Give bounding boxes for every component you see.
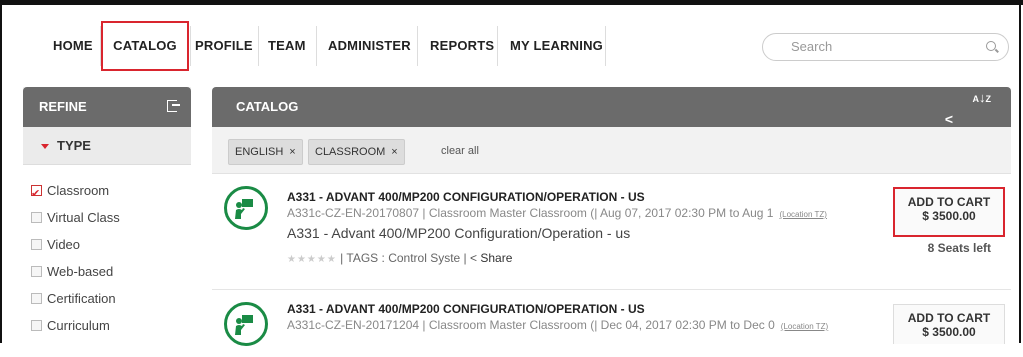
nav-divider bbox=[190, 26, 191, 66]
filter-video[interactable]: Video bbox=[23, 231, 191, 258]
checkbox-checked-icon[interactable] bbox=[31, 181, 42, 208]
refine-header: REFINE bbox=[23, 87, 191, 127]
filter-virtual-class[interactable]: Virtual Class bbox=[23, 204, 191, 231]
course-meta-text: A331c-CZ-EN-20171204 | Classroom Master … bbox=[287, 318, 775, 332]
catalog-panel: CATALOG < A↓Z ENGLISH × CLASSROOM × clear … bbox=[212, 87, 1011, 346]
refine-panel: REFINE TYPE Classroom Virtual Class Vide… bbox=[23, 87, 191, 357]
course-meta: A331c-CZ-EN-20170807 | Classroom Master … bbox=[287, 206, 827, 220]
checkbox-icon[interactable] bbox=[31, 239, 42, 250]
filter-label: Curriculum bbox=[47, 318, 110, 333]
location-tz-link[interactable]: (Location TZ) bbox=[781, 322, 828, 331]
classroom-type-icon bbox=[224, 186, 268, 230]
nav-catalog[interactable]: CATALOG bbox=[101, 21, 189, 71]
filter-web-based[interactable]: Web-based bbox=[23, 258, 191, 285]
course-title[interactable]: A331 - ADVANT 400/MP200 CONFIGURATION/OP… bbox=[287, 302, 645, 316]
location-tz-link[interactable]: (Location TZ) bbox=[779, 210, 826, 219]
filter-label: Virtual Class bbox=[47, 210, 120, 225]
add-to-cart-button[interactable]: ADD TO CART $ 3500.00 bbox=[893, 304, 1005, 344]
course-meta: A331c-CZ-EN-20171204 | Classroom Master … bbox=[287, 318, 828, 332]
filter-label: Video bbox=[47, 237, 81, 252]
filter-label: Web-based bbox=[47, 264, 114, 279]
remove-chip-icon[interactable]: × bbox=[289, 146, 295, 158]
sort-az-icon[interactable]: A↓Z bbox=[973, 91, 992, 106]
catalog-item: A331 - ADVANT 400/MP200 CONFIGURATION/OP… bbox=[212, 174, 1011, 290]
nav-my-learning[interactable]: MY LEARNING bbox=[510, 22, 603, 70]
search-icon[interactable] bbox=[986, 41, 996, 51]
checkbox-icon[interactable] bbox=[31, 320, 42, 331]
nav-divider bbox=[316, 26, 317, 66]
type-label: TYPE bbox=[57, 138, 91, 153]
nav-administer[interactable]: ADMINISTER bbox=[328, 22, 411, 70]
nav-divider bbox=[258, 26, 259, 66]
checkbox-icon[interactable] bbox=[31, 266, 42, 277]
catalog-header: CATALOG < A↓Z bbox=[212, 87, 1011, 127]
chip-label: CLASSROOM bbox=[315, 146, 386, 158]
search-placeholder: Search bbox=[791, 39, 833, 54]
nav-divider bbox=[417, 26, 418, 66]
filter-curriculum[interactable]: Curriculum bbox=[23, 312, 191, 339]
filter-label: Classroom bbox=[47, 183, 110, 198]
share-link[interactable]: Share bbox=[480, 251, 512, 265]
active-filters-bar: ENGLISH × CLASSROOM × clear all bbox=[212, 127, 1011, 174]
rating-stars-icon[interactable]: ★★★★★ bbox=[287, 254, 337, 265]
nav-divider bbox=[497, 26, 498, 66]
course-title[interactable]: A331 - ADVANT 400/MP200 CONFIGURATION/OP… bbox=[287, 190, 645, 204]
caret-down-icon bbox=[41, 144, 49, 150]
course-description: A331 - Advant 400/MP200 Configuration/Op… bbox=[287, 225, 631, 241]
checkbox-icon[interactable] bbox=[31, 212, 42, 223]
cart-label: ADD TO CART bbox=[907, 195, 991, 209]
nav-home[interactable]: HOME bbox=[53, 22, 93, 70]
course-meta-text: A331c-CZ-EN-20170807 | Classroom Master … bbox=[287, 206, 774, 220]
add-to-cart-button[interactable]: ADD TO CART $ 3500.00 bbox=[893, 187, 1005, 237]
course-tags: | TAGS : Control Syste | bbox=[340, 251, 471, 265]
share-icon[interactable]: < bbox=[470, 251, 477, 265]
remove-chip-icon[interactable]: × bbox=[391, 146, 397, 158]
chip-classroom[interactable]: CLASSROOM × bbox=[308, 139, 405, 165]
filter-label: Certification bbox=[47, 291, 116, 306]
course-price: $ 3500.00 bbox=[922, 209, 976, 223]
chip-label: ENGLISH bbox=[235, 146, 284, 158]
classroom-type-icon bbox=[224, 302, 268, 346]
catalog-item: A331 - ADVANT 400/MP200 CONFIGURATION/OP… bbox=[212, 290, 1011, 346]
clear-all-link[interactable]: clear all bbox=[441, 139, 479, 163]
seats-left: 8 Seats left bbox=[927, 241, 991, 255]
search-input[interactable]: Search bbox=[762, 33, 1009, 61]
cart-label: ADD TO CART bbox=[907, 311, 991, 325]
nav-divider bbox=[605, 26, 606, 66]
course-tags-row: ★★★★★ | TAGS : Control Syste | < Share bbox=[287, 251, 512, 265]
refine-title: REFINE bbox=[39, 99, 87, 114]
catalog-title: CATALOG bbox=[236, 99, 299, 114]
filter-certification[interactable]: Certification bbox=[23, 285, 191, 312]
checkbox-icon[interactable] bbox=[31, 293, 42, 304]
nav-team[interactable]: TEAM bbox=[268, 22, 306, 70]
type-filter-list: Classroom Virtual Class Video Web-based … bbox=[23, 165, 191, 357]
nav-reports[interactable]: REPORTS bbox=[430, 22, 494, 70]
chip-english[interactable]: ENGLISH × bbox=[228, 139, 303, 165]
type-filter-header[interactable]: TYPE bbox=[23, 127, 191, 165]
collapse-panel-icon[interactable] bbox=[167, 100, 180, 112]
course-price: $ 3500.00 bbox=[922, 325, 976, 339]
nav-profile[interactable]: PROFILE bbox=[195, 22, 253, 70]
filter-classroom[interactable]: Classroom bbox=[23, 177, 191, 208]
